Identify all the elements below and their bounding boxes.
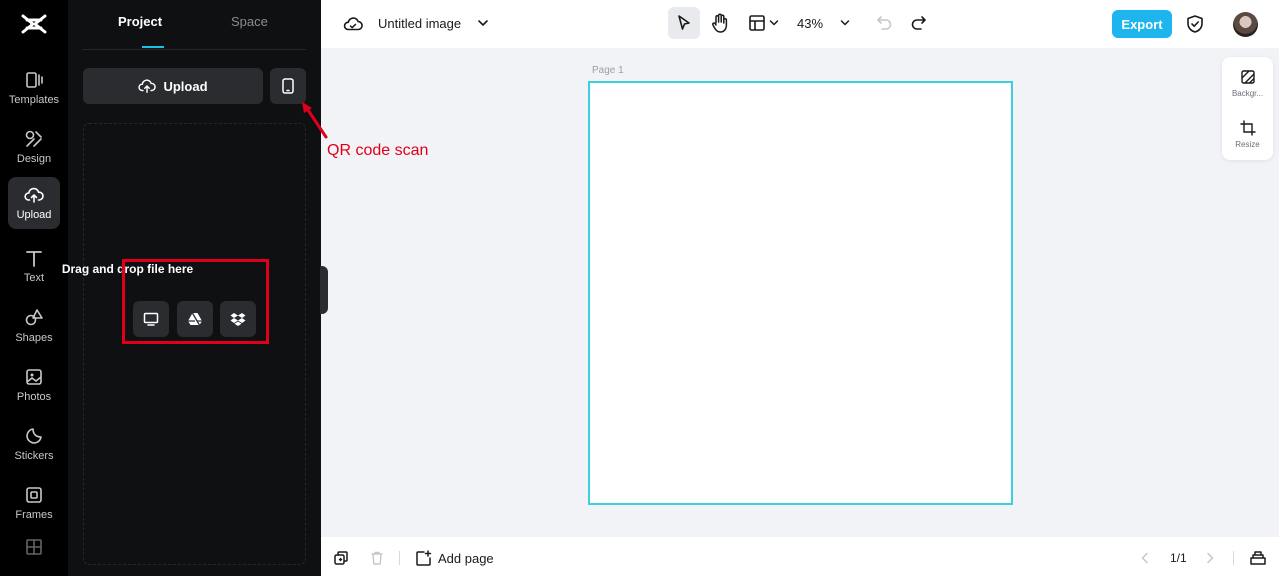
left-rail: Templates Design Upload Text Shapes Phot… [0, 0, 68, 576]
sidebar-item-label: Design [16, 153, 52, 165]
zoom-level[interactable]: 43% [797, 16, 823, 31]
sidebar-item-upload[interactable]: Upload [8, 177, 60, 229]
duplicate-page-button[interactable] [333, 550, 349, 566]
shield-icon[interactable] [1185, 14, 1205, 34]
resize-label: Resize [1235, 140, 1260, 149]
hand-icon [712, 13, 728, 33]
background-icon [1240, 70, 1255, 84]
tab-project[interactable]: Project [118, 14, 162, 29]
sidebar-item-templates[interactable]: Templates [8, 62, 60, 114]
sidebar-item-more[interactable] [8, 534, 60, 564]
tab-space[interactable]: Space [231, 14, 268, 29]
panel-tabs: Project Space [82, 0, 306, 50]
delete-page-button[interactable] [369, 550, 385, 566]
chevron-down-icon[interactable] [476, 16, 490, 30]
undo-icon [877, 16, 892, 30]
previous-page-button[interactable] [1138, 551, 1152, 565]
background-label: Backgr... [1231, 89, 1264, 98]
sidebar-item-stickers[interactable]: Stickers [8, 418, 60, 470]
annotation-text: QR code scan [327, 142, 429, 159]
avatar[interactable] [1233, 12, 1258, 37]
add-page-label: Add page [438, 550, 494, 566]
drop-zone-text: Drag and drop file here [61, 262, 194, 276]
design-icon [25, 130, 42, 147]
sidebar-item-photos[interactable]: Photos [8, 359, 60, 411]
upload-panel: Project Space Upload [68, 0, 321, 576]
chevron-down-icon[interactable] [839, 17, 851, 29]
pages-icon [1250, 551, 1266, 565]
resize-icon [1239, 120, 1256, 136]
cloud-sync-icon[interactable] [343, 14, 363, 34]
cursor-icon [678, 15, 690, 30]
stickers-icon [26, 428, 42, 444]
background-button[interactable]: Backgr... [1222, 69, 1273, 98]
drop-zone[interactable] [83, 123, 306, 565]
select-tool-button[interactable] [668, 7, 700, 39]
canvas-page[interactable] [588, 81, 1013, 505]
sidebar-item-design[interactable]: Design [8, 121, 60, 173]
page-manager-button[interactable] [1249, 550, 1267, 566]
sidebar-item-frames[interactable]: Frames [8, 477, 60, 529]
add-page-button[interactable]: Add page [415, 549, 494, 567]
duplicate-icon [334, 551, 348, 565]
document-title[interactable]: Untitled image [378, 16, 461, 31]
templates-icon [26, 72, 43, 88]
dropbox-icon [230, 313, 246, 326]
page-label: Page 1 [592, 65, 624, 76]
chevron-right-icon [1207, 552, 1214, 564]
upload-from-dropbox-button[interactable] [220, 301, 256, 337]
divider [399, 551, 400, 565]
photos-icon [26, 369, 42, 385]
layout-icon [749, 15, 765, 31]
shapes-icon [25, 309, 43, 326]
upload-from-computer-button[interactable] [133, 301, 169, 337]
computer-icon [143, 312, 159, 326]
add-page-icon [416, 549, 432, 566]
annotation-arrow-icon [302, 102, 328, 139]
hand-tool-button[interactable] [710, 12, 730, 34]
sidebar-item-label: Stickers [14, 450, 54, 462]
sidebar-item-label: Upload [16, 209, 52, 221]
frames-icon [26, 487, 42, 503]
sidebar-item-shapes[interactable]: Shapes [8, 300, 60, 352]
top-bar: Untitled image 43% Export [321, 0, 1279, 48]
trash-icon [371, 551, 383, 565]
resize-button[interactable]: Resize [1222, 120, 1273, 149]
chevron-down-icon[interactable] [768, 17, 780, 29]
sidebar-item-label: Shapes [15, 332, 53, 344]
phone-icon [282, 78, 294, 94]
next-page-button[interactable] [1203, 551, 1217, 565]
upload-cloud-icon [138, 79, 157, 94]
layout-button[interactable] [747, 13, 767, 33]
upload-from-google-drive-button[interactable] [177, 301, 213, 337]
panel-collapse-handle[interactable] [320, 266, 328, 314]
text-icon [26, 251, 42, 267]
upload-cloud-icon [24, 187, 44, 203]
sidebar-item-label: Photos [16, 391, 52, 403]
redo-button[interactable] [910, 14, 928, 32]
divider [1233, 551, 1234, 565]
chevron-left-icon [1141, 552, 1148, 564]
redo-icon [911, 16, 926, 30]
grid-icon [26, 539, 42, 555]
capcut-logo-icon[interactable] [21, 12, 47, 36]
active-tab-indicator [142, 46, 164, 48]
sidebar-item-label: Frames [15, 509, 53, 521]
sidebar-item-label: Templates [8, 94, 60, 106]
undo-button[interactable] [875, 14, 893, 32]
upload-button[interactable]: Upload [83, 68, 263, 104]
bottom-bar: Add page 1/1 [321, 537, 1279, 576]
page-indicator: 1/1 [1170, 551, 1187, 565]
sidebar-item-text[interactable]: Text [8, 240, 60, 292]
canvas-side-panel: Backgr... Resize [1222, 57, 1273, 160]
sidebar-item-label: Text [23, 272, 45, 284]
upload-button-label: Upload [163, 78, 208, 94]
google-drive-icon [188, 312, 202, 326]
export-button[interactable]: Export [1112, 10, 1172, 38]
